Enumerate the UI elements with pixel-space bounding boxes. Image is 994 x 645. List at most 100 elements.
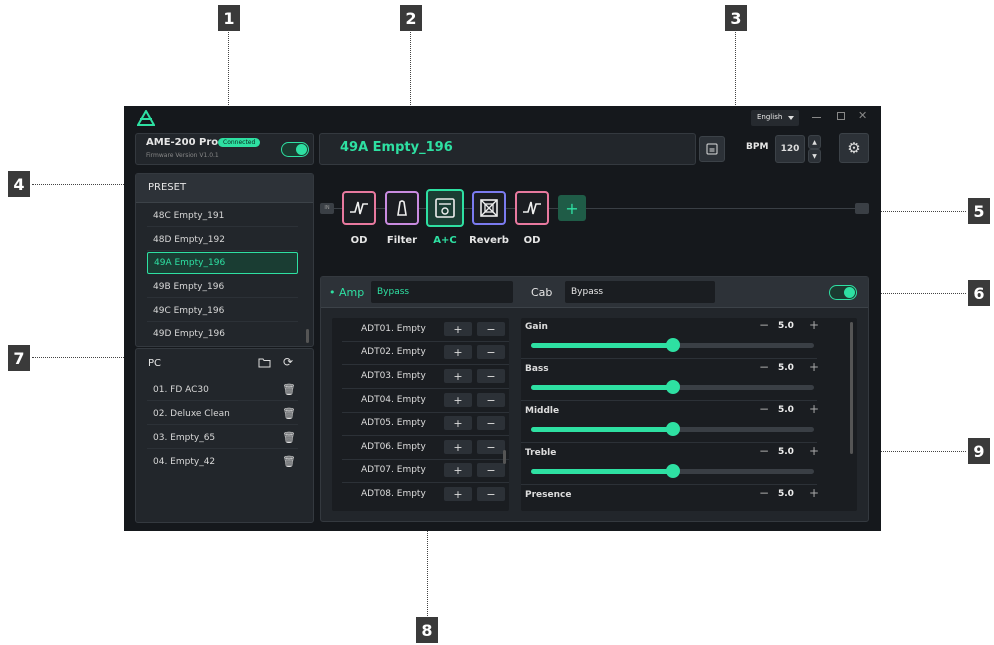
cab-select-value: Bypass [571, 287, 604, 297]
preset-item[interactable]: 49C Empty_196 [147, 300, 298, 322]
param-label: Middle [525, 406, 560, 416]
param-middle-slider[interactable]: Middle −5.0 + [521, 402, 819, 443]
param-track[interactable] [531, 422, 814, 436]
add-module-button[interactable]: + [558, 195, 586, 221]
fx-od-1[interactable] [342, 191, 376, 225]
adt-remove-button[interactable]: − [477, 393, 505, 407]
param-increase-button[interactable]: + [809, 318, 819, 332]
preset-item[interactable]: 48D Empty_192 [147, 229, 298, 251]
pc-item[interactable]: 01. FD AC30 [147, 379, 298, 401]
adt-label: ADT07. Empty [361, 465, 426, 475]
language-select[interactable]: English [751, 110, 799, 126]
adt-remove-button[interactable]: − [477, 463, 505, 477]
cab-select[interactable]: Bypass [565, 281, 715, 303]
param-knob[interactable] [665, 422, 680, 436]
param-decrease-button[interactable]: − [759, 318, 769, 332]
adt-add-button[interactable]: + [444, 416, 472, 430]
param-knob[interactable] [665, 338, 680, 352]
refresh-icon[interactable]: ⟳ [283, 355, 293, 369]
fx-reverb[interactable] [472, 191, 506, 225]
save-button[interactable] [699, 136, 725, 162]
fx-od-2[interactable] [515, 191, 549, 225]
settings-button[interactable]: ⚙ [839, 133, 869, 163]
bpm-value-field[interactable]: 120 [775, 135, 805, 163]
adt-add-button[interactable]: + [444, 487, 472, 501]
params-scrollbar[interactable] [850, 322, 853, 454]
param-value: 5.0 [778, 405, 794, 415]
adt-remove-button[interactable]: − [477, 322, 505, 336]
trash-icon[interactable]: 🗑 [282, 431, 296, 444]
adt-add-button[interactable]: + [444, 369, 472, 383]
adt-add-button[interactable]: + [444, 463, 472, 477]
param-decrease-button[interactable]: − [759, 486, 769, 500]
adt-scrollbar[interactable] [503, 450, 506, 464]
preset-item[interactable]: 48C Empty_191 [147, 205, 298, 227]
adt-label: ADT08. Empty [361, 489, 426, 499]
param-track[interactable] [531, 380, 814, 394]
trash-icon[interactable]: 🗑 [282, 455, 296, 468]
param-decrease-button[interactable]: − [759, 360, 769, 374]
pc-item-label: 01. FD AC30 [153, 384, 209, 395]
adt-remove-button[interactable]: − [477, 369, 505, 383]
preset-item-selected[interactable]: 49A Empty_196 [147, 252, 298, 274]
module-enable-toggle[interactable] [829, 285, 857, 300]
fx-filter[interactable] [385, 191, 419, 225]
param-increase-button[interactable]: + [809, 402, 819, 416]
callout-5: 5 [968, 198, 990, 224]
param-treble-slider[interactable]: Treble −5.0 + [521, 444, 819, 485]
filter-icon [397, 200, 407, 216]
adt-remove-button[interactable]: − [477, 345, 505, 359]
param-increase-button[interactable]: + [809, 444, 819, 458]
adt-add-button[interactable]: + [444, 322, 472, 336]
adt-add-button[interactable]: + [444, 345, 472, 359]
adt-remove-button[interactable]: − [477, 416, 505, 430]
param-fill [531, 469, 673, 474]
folder-open-icon[interactable] [258, 357, 271, 371]
minimize-button[interactable] [812, 117, 821, 118]
adt-label: ADT06. Empty [361, 442, 426, 452]
param-knob[interactable] [665, 464, 680, 478]
fx-amp-cab[interactable] [426, 189, 464, 227]
param-bass-slider[interactable]: Bass −5.0 + [521, 360, 819, 401]
param-presence-slider[interactable]: Presence −5.0 + [521, 486, 819, 511]
amp-icon [435, 198, 455, 218]
bpm-decrease-button[interactable]: ▼ [808, 149, 821, 163]
callout-8: 8 [416, 617, 438, 643]
preset-list-scrollbar[interactable] [306, 329, 309, 343]
param-track[interactable] [531, 464, 814, 478]
callout-4: 4 [8, 171, 30, 197]
param-gain-slider[interactable]: Gain −5.0 + [521, 318, 819, 359]
device-power-toggle[interactable] [281, 142, 309, 157]
chain-out-jack [855, 203, 869, 214]
pc-item[interactable]: 02. Deluxe Clean [147, 403, 298, 425]
preset-item-label: 48D Empty_192 [153, 234, 225, 245]
amp-select[interactable]: Bypass [371, 281, 513, 303]
adt-remove-button[interactable]: − [477, 440, 505, 454]
trash-icon[interactable]: 🗑 [282, 383, 296, 396]
adt-row: ADT08. Empty + − [342, 483, 509, 506]
param-label: Bass [525, 364, 549, 374]
adt-add-button[interactable]: + [444, 440, 472, 454]
adt-add-button[interactable]: + [444, 393, 472, 407]
bpm-increase-button[interactable]: ▲ [808, 135, 821, 149]
pc-item[interactable]: 04. Empty_42 [147, 451, 298, 473]
param-knob[interactable] [665, 380, 680, 394]
param-decrease-button[interactable]: − [759, 444, 769, 458]
amp-label: • Amp [329, 286, 365, 299]
chain-in-jack: IN [320, 203, 334, 214]
param-increase-button[interactable]: + [809, 360, 819, 374]
adt-row: ADT06. Empty + − [342, 436, 509, 460]
trash-icon[interactable]: 🗑 [282, 407, 296, 420]
param-track[interactable] [531, 338, 814, 352]
adt-remove-button[interactable]: − [477, 487, 505, 501]
preset-item[interactable]: 49D Empty_196 [147, 323, 298, 345]
preset-list-panel: PRESET 48C Empty_191 48D Empty_192 49A E… [135, 173, 314, 347]
pc-item[interactable]: 03. Empty_65 [147, 427, 298, 449]
maximize-button[interactable] [837, 112, 845, 120]
param-increase-button[interactable]: + [809, 486, 819, 500]
close-button[interactable]: ✕ [858, 109, 870, 123]
bpm-value: 120 [780, 144, 800, 154]
preset-item[interactable]: 49B Empty_196 [147, 276, 298, 298]
fx-label: Filter [386, 235, 418, 246]
param-decrease-button[interactable]: − [759, 402, 769, 416]
